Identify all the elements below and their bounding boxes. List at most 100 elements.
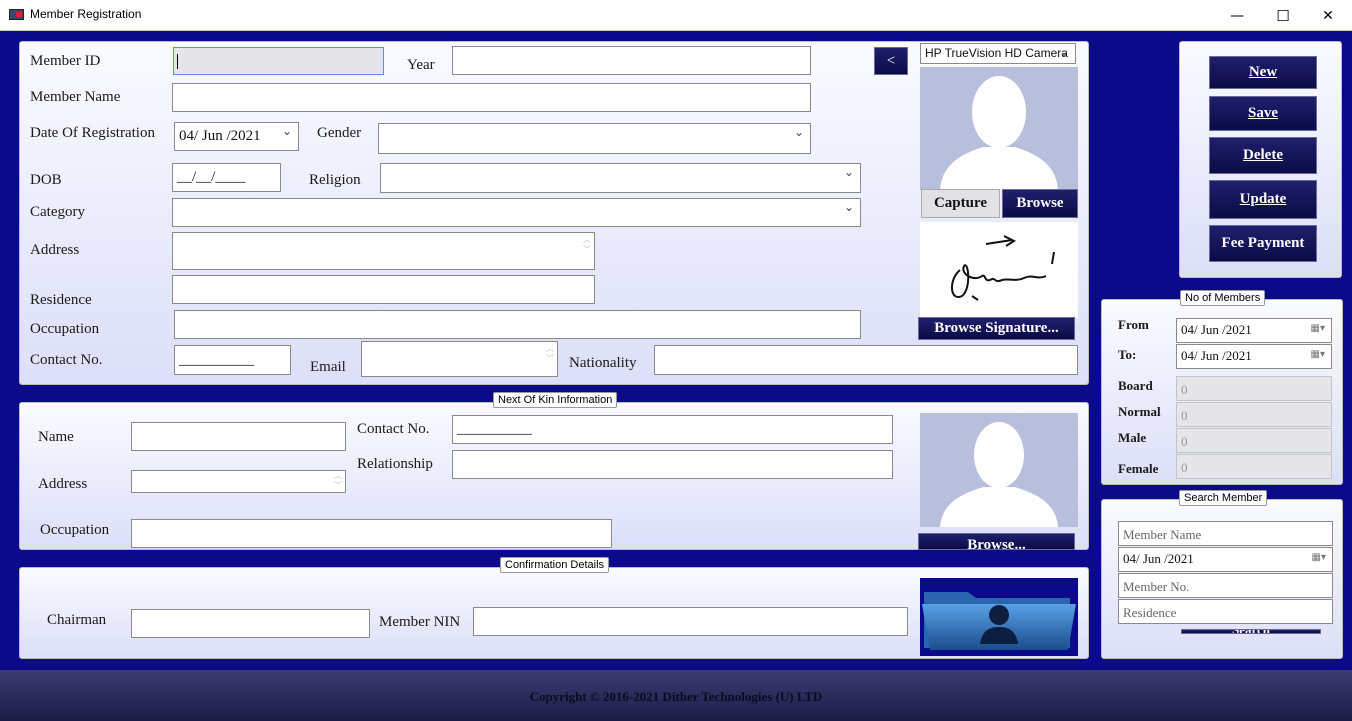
- dob-label: DOB: [30, 172, 62, 188]
- save-button[interactable]: Save: [1209, 96, 1317, 131]
- spin-arrows-icon[interactable]: ︿ ﹀: [583, 235, 591, 255]
- signature-icon: [951, 235, 1055, 301]
- kin-name-label: Name: [38, 429, 74, 445]
- browse-signature-button[interactable]: Browse Signature...: [918, 317, 1075, 340]
- signature-image: [920, 222, 1078, 318]
- male-label: Male: [1118, 430, 1147, 445]
- next-of-kin-caption: Next Of Kin Information: [493, 392, 618, 408]
- normal-label: Normal: [1118, 404, 1161, 419]
- browse-photo-button[interactable]: Browse: [1002, 189, 1078, 218]
- spin-arrows-icon[interactable]: ︿ ﹀: [334, 471, 342, 491]
- relationship-field[interactable]: [452, 450, 893, 479]
- residence-label: Residence: [30, 292, 92, 308]
- kin-contact-field[interactable]: __________: [452, 415, 893, 444]
- next-of-kin-panel: Name Address ︿ ﹀ Occupation Contact No. _…: [19, 402, 1089, 550]
- new-button[interactable]: New: [1209, 56, 1317, 89]
- maximize-button[interactable]: ☐: [1260, 0, 1306, 31]
- member-id-label: Member ID: [30, 53, 101, 69]
- folder-user-icon: [922, 592, 1076, 650]
- gender-select[interactable]: [378, 123, 811, 154]
- dob-field[interactable]: __/__/____: [172, 163, 281, 192]
- board-label: Board: [1118, 378, 1153, 393]
- person-silhouette-icon: [940, 422, 1058, 527]
- close-button[interactable]: ✕: [1305, 0, 1351, 31]
- search-residence-field[interactable]: Residence: [1118, 599, 1333, 624]
- search-button[interactable]: Search: [1181, 629, 1321, 634]
- actions-panel: New Save Delete Update Fee Payment: [1179, 41, 1342, 278]
- back-button[interactable]: <: [874, 47, 908, 75]
- member-details-panel: Member ID Year Member Name Date Of Regis…: [19, 41, 1089, 385]
- occupation-label: Occupation: [30, 321, 100, 337]
- email-label: Email: [310, 359, 346, 375]
- year-label: Year: [407, 57, 435, 73]
- folder-image: [920, 578, 1078, 656]
- calendar-icon[interactable]: ▦▾: [1311, 323, 1325, 334]
- occupation-field[interactable]: [174, 310, 861, 339]
- female-count: 0: [1176, 454, 1332, 479]
- footer: Copyright © 2016-2021 Dither Technologie…: [0, 670, 1352, 721]
- chairman-label: Chairman: [47, 612, 107, 628]
- capture-button[interactable]: Capture: [921, 189, 1000, 218]
- kin-photo: [920, 413, 1078, 527]
- year-field[interactable]: [452, 46, 811, 75]
- confirmation-panel: Chairman Member NIN: [19, 567, 1089, 659]
- confirmation-caption: Confirmation Details: [500, 557, 610, 573]
- to-label: To:: [1118, 347, 1137, 362]
- member-id-field[interactable]: [173, 47, 384, 75]
- nationality-field[interactable]: [654, 345, 1078, 375]
- to-date-picker[interactable]: 04/ Jun /2021 ▦▾: [1176, 344, 1332, 369]
- text-cursor: [177, 54, 178, 69]
- from-date-picker[interactable]: 04/ Jun /2021 ▦▾: [1176, 318, 1332, 343]
- religion-select[interactable]: [380, 163, 861, 193]
- title-bar: Member Registration — ☐ ✕: [0, 0, 1352, 31]
- kin-contact-label: Contact No.: [357, 421, 430, 437]
- chairman-field[interactable]: [131, 609, 370, 638]
- window-title: Member Registration: [30, 7, 142, 21]
- kin-name-field[interactable]: [131, 422, 346, 451]
- members-stats-caption: No of Members: [1180, 290, 1266, 306]
- search-member-no-field[interactable]: Member No.: [1118, 573, 1333, 598]
- religion-label: Religion: [309, 172, 361, 188]
- search-member-name-field[interactable]: Member Name: [1118, 521, 1333, 546]
- search-date-picker[interactable]: 04/ Jun /2021 ▦▾: [1118, 547, 1333, 572]
- nationality-label: Nationality: [569, 355, 637, 371]
- kin-address-field[interactable]: ︿ ﹀: [131, 470, 346, 493]
- member-name-field[interactable]: [172, 83, 811, 112]
- gender-label: Gender: [317, 125, 362, 141]
- camera-select[interactable]: HP TrueVision HD Camera: [920, 43, 1076, 64]
- calendar-icon[interactable]: ▦▾: [1312, 552, 1326, 563]
- normal-count: 0: [1176, 402, 1332, 427]
- kin-address-label: Address: [38, 476, 88, 492]
- spin-arrows-icon[interactable]: ︿ ﹀: [546, 344, 554, 364]
- category-label: Category: [30, 204, 85, 220]
- female-label: Female: [1118, 461, 1159, 476]
- contact-no-label: Contact No.: [30, 352, 103, 368]
- category-select[interactable]: [172, 198, 861, 227]
- update-button[interactable]: Update: [1209, 180, 1317, 219]
- kin-browse-button[interactable]: Browse...: [918, 533, 1075, 550]
- member-nin-label: Member NIN: [379, 614, 461, 630]
- registration-date-picker[interactable]: 04/ Jun /2021: [174, 122, 299, 151]
- member-nin-field[interactable]: [473, 607, 908, 636]
- copyright-text: Copyright © 2016-2021 Dither Technologie…: [529, 689, 823, 704]
- members-stats-panel: From 04/ Jun /2021 ▦▾ To: 04/ Jun /2021 ▦▾…: [1101, 299, 1343, 485]
- fee-payment-button[interactable]: Fee Payment: [1209, 225, 1317, 262]
- residence-field[interactable]: [172, 275, 595, 304]
- delete-button[interactable]: Delete: [1209, 137, 1317, 174]
- minimize-button[interactable]: —: [1214, 0, 1260, 31]
- relationship-label: Relationship: [357, 456, 433, 472]
- address-label: Address: [30, 242, 80, 258]
- contact-no-field[interactable]: __________: [174, 345, 291, 375]
- email-field[interactable]: ︿ ﹀: [361, 341, 558, 377]
- kin-occupation-field[interactable]: [131, 519, 612, 548]
- male-count: 0: [1176, 428, 1332, 453]
- member-name-label: Member Name: [30, 89, 121, 105]
- board-count: 0: [1176, 376, 1332, 401]
- member-photo: [920, 67, 1078, 190]
- kin-occupation-label: Occupation: [40, 522, 110, 538]
- search-panel: Member Name 04/ Jun /2021 ▦▾ Member No. R…: [1101, 499, 1343, 659]
- address-field[interactable]: ︿ ﹀: [172, 232, 595, 270]
- calendar-icon[interactable]: ▦▾: [1311, 349, 1325, 360]
- search-caption: Search Member: [1179, 490, 1268, 506]
- from-label: From: [1118, 317, 1149, 332]
